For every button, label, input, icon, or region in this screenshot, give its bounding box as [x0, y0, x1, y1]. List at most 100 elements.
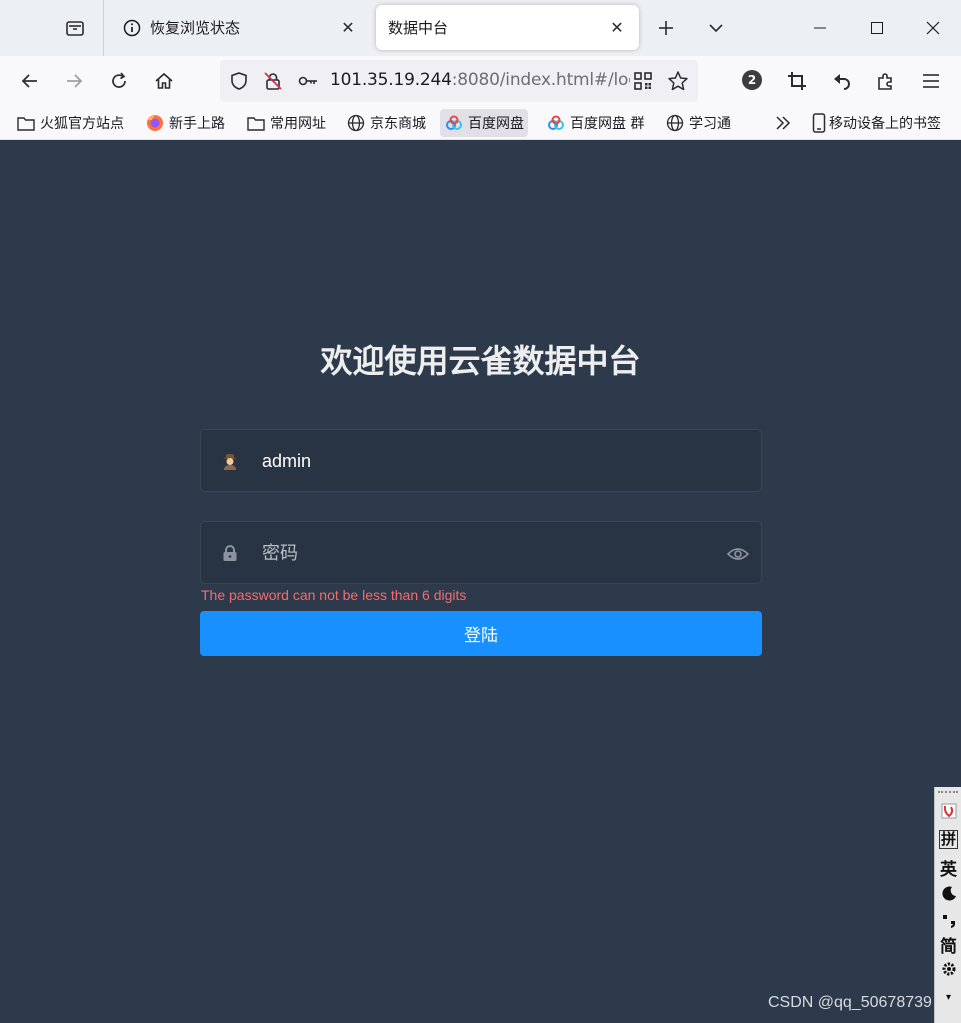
- new-tab-button[interactable]: [646, 8, 686, 48]
- minimize-button[interactable]: [797, 8, 843, 48]
- insecure-lock-icon[interactable]: [261, 69, 285, 93]
- reload-button[interactable]: [100, 62, 138, 100]
- username-field: [200, 429, 762, 492]
- close-tab-icon[interactable]: ✕: [338, 18, 358, 38]
- folder-icon: [16, 113, 36, 133]
- ime-simplified-toggle[interactable]: 简: [935, 932, 961, 957]
- bookmark-baidu-pan[interactable]: 百度网盘: [440, 109, 528, 137]
- bookmark-jd-mall[interactable]: 京东商城: [342, 109, 430, 137]
- minimize-icon: [814, 27, 826, 29]
- bookmark-label: 京东商城: [370, 116, 426, 132]
- firefox-icon: [145, 113, 165, 133]
- csdn-watermark: CSDN @qq_50678739: [768, 994, 932, 1011]
- ime-logo-icon[interactable]: [935, 799, 961, 823]
- bookmark-label: 新手上路: [169, 116, 225, 132]
- bookmark-mobile[interactable]: 移动设备上的书签: [805, 109, 945, 137]
- ime-punctuation-icon[interactable]: [935, 908, 961, 932]
- ime-pinyin-mode[interactable]: 拼: [935, 827, 961, 851]
- arrow-right-icon: [67, 74, 83, 88]
- qr-code-icon[interactable]: [631, 69, 655, 93]
- close-icon: [926, 21, 940, 35]
- screenshot-button[interactable]: [778, 62, 816, 100]
- ime-label: 拼: [938, 829, 958, 849]
- bookmark-xuexitong[interactable]: 学习通: [661, 109, 735, 137]
- ime-toolbar: 拼 英 简 ▾: [934, 787, 961, 1023]
- extensions-count-badge[interactable]: 2: [742, 70, 762, 90]
- baidu-pan-icon: [444, 113, 464, 133]
- url-path: :8080/index.html#/log: [451, 70, 630, 90]
- globe-icon: [665, 113, 685, 133]
- bookmarks-toolbar: 火狐官方站点 新手上路 常用网址 京东商城 百度网盘 百度网盘 群 学习通 移动…: [0, 106, 961, 140]
- bookmarks-overflow-button[interactable]: [769, 109, 801, 137]
- eye-icon[interactable]: [727, 543, 749, 565]
- undo-button[interactable]: [823, 62, 861, 100]
- ime-expand-icon[interactable]: ▾: [935, 985, 961, 1009]
- tab-bar: 恢复浏览状态 ✕ 数据中台 ✕: [0, 0, 961, 56]
- lock-icon: [219, 542, 241, 564]
- chevron-down-icon: [709, 24, 723, 33]
- tab-data-platform[interactable]: 数据中台 ✕: [376, 5, 639, 50]
- folder-icon: [246, 113, 266, 133]
- arrow-left-icon: [21, 74, 37, 88]
- bookmark-baidu-pan-group[interactable]: 百度网盘 群: [542, 109, 648, 137]
- baidu-pan-icon: [546, 113, 566, 133]
- user-avatar-icon: [219, 450, 241, 472]
- bookmark-label: 火狐官方站点: [40, 116, 124, 132]
- tab-separator: [103, 0, 104, 56]
- firefox-view-icon: [66, 21, 84, 36]
- bookmark-common-sites[interactable]: 常用网址: [242, 109, 330, 137]
- bookmark-label: 百度网盘: [468, 116, 524, 132]
- maximize-button[interactable]: [854, 8, 900, 48]
- close-window-button[interactable]: [910, 8, 956, 48]
- tab-restore-session[interactable]: 恢复浏览状态 ✕: [110, 5, 370, 50]
- puzzle-piece-icon: [878, 73, 892, 90]
- tab-title: 数据中台: [388, 19, 449, 37]
- globe-icon: [346, 113, 366, 133]
- login-page: 欢迎使用云雀数据中台 The password can not be less …: [0, 141, 961, 1023]
- chevron-double-right-icon: [773, 113, 793, 133]
- permissions-key-icon[interactable]: [296, 69, 320, 93]
- hamburger-menu-icon: [923, 74, 939, 88]
- ime-drag-handle[interactable]: [938, 791, 958, 793]
- extensions-button[interactable]: [867, 62, 905, 100]
- password-field: [200, 521, 762, 584]
- password-error-message: The password can not be less than 6 digi…: [201, 587, 467, 603]
- plus-icon: [659, 21, 673, 35]
- username-input[interactable]: [251, 440, 711, 482]
- ime-label: 英: [940, 859, 957, 880]
- password-input[interactable]: [251, 532, 711, 574]
- close-tab-icon[interactable]: ✕: [607, 18, 627, 38]
- page-title: 欢迎使用云雀数据中台: [320, 342, 641, 380]
- url-bar[interactable]: 101.35.19.244:8080/index.html#/log: [220, 60, 698, 102]
- home-icon: [155, 72, 173, 89]
- firefox-view-button[interactable]: [55, 8, 95, 48]
- ime-english-toggle[interactable]: 英: [935, 855, 961, 880]
- url-text: 101.35.19.244:8080/index.html#/log: [330, 70, 630, 90]
- bookmark-label: 移动设备上的书签: [829, 116, 941, 132]
- bookmark-label: 百度网盘 群: [570, 116, 645, 132]
- tracking-protection-shield-icon[interactable]: [227, 69, 251, 93]
- reload-icon: [112, 72, 126, 88]
- app-menu-button[interactable]: [912, 62, 950, 100]
- back-button[interactable]: [11, 62, 49, 100]
- login-button[interactable]: 登陆: [200, 611, 762, 656]
- undo-arrow-icon: [834, 74, 850, 90]
- forward-button[interactable]: [55, 62, 93, 100]
- ime-settings-gear-icon[interactable]: [935, 957, 961, 981]
- maximize-icon: [871, 22, 883, 34]
- info-icon: [122, 18, 142, 38]
- ime-moon-icon[interactable]: [935, 882, 961, 906]
- bookmark-firefox-official[interactable]: 火狐官方站点: [12, 109, 128, 137]
- home-button[interactable]: [145, 62, 183, 100]
- bookmark-label: 常用网址: [270, 116, 326, 132]
- list-all-tabs-button[interactable]: [696, 8, 736, 48]
- bookmark-label: 学习通: [689, 116, 731, 132]
- crop-icon: [788, 72, 806, 90]
- tab-title: 恢复浏览状态: [150, 19, 241, 37]
- ime-label: 简: [940, 936, 957, 957]
- mobile-icon: [809, 113, 829, 133]
- bookmark-getting-started[interactable]: 新手上路: [141, 109, 229, 137]
- url-host: 101.35.19.244: [330, 70, 452, 90]
- navigation-toolbar: 101.35.19.244:8080/index.html#/log 2: [0, 56, 961, 106]
- bookmark-star-icon[interactable]: [666, 69, 690, 93]
